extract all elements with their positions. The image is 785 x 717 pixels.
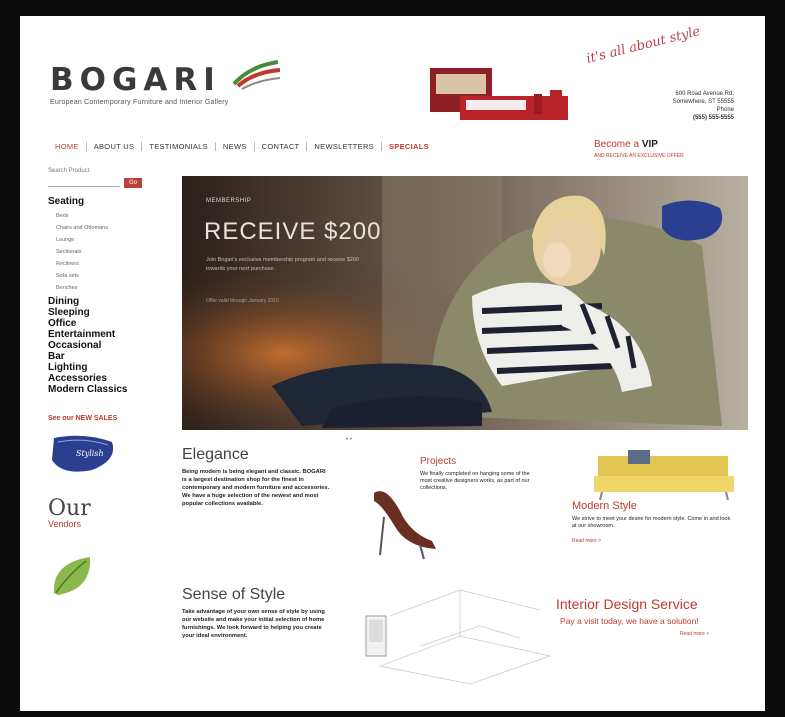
sidebar: Search Product Go Seating Beds Chairs an… bbox=[48, 168, 178, 606]
badge-text: Stylish bbox=[76, 449, 104, 458]
stylish-badge-icon[interactable]: Stylish bbox=[48, 434, 118, 474]
seating-subcategories: Beds Chairs and Ottomans Lounge Sectiona… bbox=[48, 210, 178, 294]
vip-label: Become a bbox=[594, 139, 640, 150]
nav-about[interactable]: ABOUT US bbox=[87, 142, 143, 151]
style-body: Take advantage of your own sense of styl… bbox=[182, 609, 325, 639]
modern-read-more-link[interactable]: Read more > bbox=[572, 538, 601, 544]
interior-read-more-link[interactable]: Read more > bbox=[680, 631, 709, 637]
flag-logo-icon bbox=[232, 60, 281, 90]
address-line: Somewhere, ST 55555 bbox=[672, 99, 734, 105]
script-tagline: it's all about style bbox=[584, 24, 702, 67]
category-item[interactable]: Office bbox=[48, 318, 178, 329]
hero-body: Join Bogari's exclusive membership progr… bbox=[206, 257, 359, 272]
slider-indicator[interactable]: • • bbox=[346, 437, 352, 443]
search-label: Search Product bbox=[48, 168, 90, 174]
main-nav: HOME ABOUT US TESTIMONIALS NEWS CONTACT … bbox=[48, 142, 436, 151]
nav-specials[interactable]: SPECIALS bbox=[382, 142, 436, 151]
new-sales-link[interactable]: See our NEW SALES bbox=[48, 415, 178, 422]
our-vendors-subtitle: Vendors bbox=[48, 519, 82, 529]
modern-style-body: We strive to meet your desire for modern… bbox=[572, 516, 731, 529]
subcategory-item[interactable]: Sofa sets bbox=[48, 270, 178, 282]
hero-headline: RECEIVE $200 bbox=[204, 218, 382, 245]
category-item[interactable]: Lighting bbox=[48, 362, 178, 373]
leaf-logo-icon[interactable] bbox=[48, 553, 96, 601]
search-button[interactable]: Go bbox=[124, 178, 142, 188]
nav-news[interactable]: NEWS bbox=[216, 142, 255, 151]
category-item[interactable]: Bar bbox=[48, 351, 178, 362]
vip-strong: VIP bbox=[641, 139, 658, 150]
phone-number: (555) 555-5555 bbox=[692, 115, 734, 121]
category-item[interactable]: Accessories bbox=[48, 373, 178, 384]
address-line: 600 Road Avenue Rd. bbox=[675, 91, 734, 97]
nav-home[interactable]: HOME bbox=[48, 142, 87, 151]
category-seating[interactable]: Seating bbox=[48, 196, 178, 207]
projects-body: We finally completed on hanging some of … bbox=[420, 471, 530, 491]
hero-banner[interactable]: MEMBERSHIP RECEIVE $200 Join Bogari's ex… bbox=[182, 176, 748, 430]
subcategory-item[interactable]: Chairs and Ottomans bbox=[48, 222, 178, 234]
nav-testimonials[interactable]: TESTIMONIALS bbox=[142, 142, 216, 151]
yellow-sofa-image bbox=[594, 450, 734, 501]
brand-name: BOGARI bbox=[50, 62, 221, 98]
search-row: Go bbox=[48, 178, 178, 188]
search-input[interactable] bbox=[48, 179, 120, 187]
category-item[interactable]: Entertainment bbox=[48, 329, 178, 340]
vip-link[interactable]: Become a VIP bbox=[594, 139, 658, 150]
subcategory-item[interactable]: Benches bbox=[48, 282, 178, 294]
interior-sketch-image bbox=[365, 589, 552, 685]
elegance-title: Elegance bbox=[182, 446, 249, 463]
category-item[interactable]: Occasional bbox=[48, 340, 178, 351]
style-title: Sense of Style bbox=[182, 586, 286, 603]
address-line: Phone bbox=[716, 107, 734, 113]
subcategory-item[interactable]: Recliners bbox=[48, 258, 178, 270]
vip-subtext: AND RECEIVE AN EXCLUSIVE OFFER bbox=[594, 153, 684, 159]
nav-newsletters[interactable]: NEWSLETTERS bbox=[307, 142, 382, 151]
brand-tagline: European Contemporary Furniture and Inte… bbox=[50, 99, 229, 106]
page: BOGARI European Contemporary Furniture a… bbox=[20, 16, 765, 711]
category-item[interactable]: Modern Classics bbox=[48, 384, 178, 395]
elegance-body: Being modern is being elegant and classi… bbox=[182, 469, 330, 507]
category-list: Dining Sleeping Office Entertainment Occ… bbox=[48, 296, 178, 395]
hero-kicker: MEMBERSHIP bbox=[206, 198, 252, 204]
modern-style-title[interactable]: Modern Style bbox=[572, 500, 637, 512]
nav-contact[interactable]: CONTACT bbox=[255, 142, 308, 151]
logo[interactable]: BOGARI European Contemporary Furniture a… bbox=[50, 62, 228, 106]
category-item[interactable]: Sleeping bbox=[48, 307, 178, 318]
store-address: 600 Road Avenue Rd. Somewhere, ST 55555 … bbox=[640, 90, 734, 122]
subcategory-item[interactable]: Sectionals bbox=[48, 246, 178, 258]
category-item[interactable]: Dining bbox=[48, 296, 178, 307]
subcategory-item[interactable]: Lounge bbox=[48, 234, 178, 246]
hero-fineprint: Offer valid through January 2010 bbox=[206, 298, 279, 304]
our-vendors-title[interactable]: Our bbox=[48, 498, 178, 520]
projects-title[interactable]: Projects bbox=[420, 456, 456, 467]
subcategory-item[interactable]: Beds bbox=[48, 210, 178, 222]
header-sofa-image bbox=[430, 68, 568, 120]
interior-design-title[interactable]: Interior Design Service bbox=[556, 596, 698, 612]
interior-design-subtitle: Pay a visit today, we have a solution! bbox=[560, 616, 699, 626]
